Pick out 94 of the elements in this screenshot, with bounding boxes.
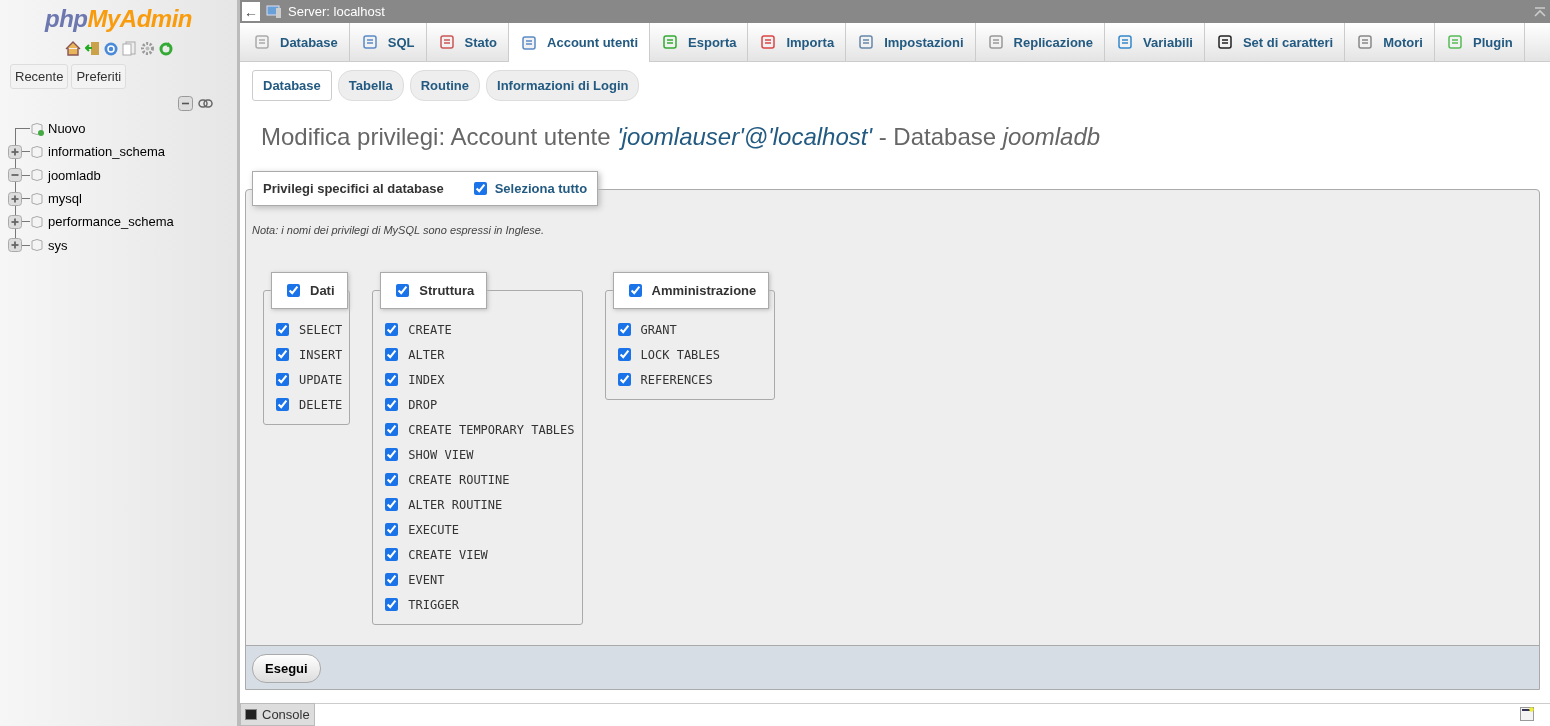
expander-icon[interactable] [8, 191, 22, 206]
privilege-label: ALTER ROUTINE [408, 497, 503, 512]
expander-icon[interactable] [8, 168, 22, 183]
privilege-label: CREATE ROUTINE [408, 472, 510, 487]
privilege-checkbox[interactable] [385, 423, 399, 436]
sub-tab[interactable]: Database [252, 70, 332, 101]
nav-tab[interactable]: Variabili [1105, 23, 1205, 61]
server-icon [266, 4, 282, 19]
privilege-checkbox[interactable] [617, 323, 631, 336]
tree-item[interactable]: sys [48, 237, 68, 253]
privilege-label: TRIGGER [408, 597, 459, 612]
privilege-checkbox[interactable] [385, 548, 399, 561]
nav-tab[interactable]: Esporta [650, 23, 749, 61]
privilege-label: DELETE [299, 397, 343, 412]
tree-item[interactable]: performance_schema [48, 214, 174, 230]
nav-tab[interactable]: Database [242, 23, 350, 61]
nav-tab[interactable]: SQL [349, 23, 427, 61]
group-title: Amministrazione [651, 283, 757, 298]
help-icon[interactable] [103, 41, 118, 56]
privilege-label: CREATE VIEW [408, 547, 488, 562]
privilege-label: CREATE [408, 322, 452, 337]
privilege-checkbox[interactable] [385, 348, 399, 361]
privilege-label: GRANT [640, 322, 677, 337]
console-tab[interactable]: Console [240, 703, 315, 726]
list-icon [1216, 34, 1233, 50]
expander-icon[interactable] [8, 238, 22, 253]
logo[interactable]: phpMyAdmin [45, 5, 192, 33]
tree-item[interactable]: mysql [48, 191, 82, 207]
sub-tab[interactable]: Tabella [337, 70, 404, 101]
privilege-label: REFERENCES [640, 372, 713, 387]
select-all-label[interactable]: Seleziona tutto [494, 181, 588, 196]
privilege-label: EXECUTE [408, 522, 459, 537]
privilege-label: SHOW VIEW [408, 447, 474, 462]
nav-tab[interactable]: Impostazioni [846, 23, 976, 61]
sub-tab[interactable]: Informazioni di Login [486, 70, 640, 101]
privilege-checkbox[interactable] [385, 373, 399, 386]
nav-tab[interactable]: Account utenti [509, 23, 651, 62]
new-database-icon [30, 121, 44, 136]
legend-title: Privilegi specifici al database [263, 181, 444, 196]
sub-tab[interactable]: Routine [409, 70, 481, 101]
tree-item[interactable]: information_schema [48, 144, 166, 160]
notepad-icon[interactable] [1520, 707, 1534, 721]
terminal-icon [245, 709, 257, 720]
privilege-label: SELECT [299, 322, 343, 337]
privilege-checkbox[interactable] [385, 398, 399, 411]
privilege-checkbox[interactable] [385, 523, 399, 536]
privilege-checkbox[interactable] [385, 448, 399, 461]
privilege-checkbox[interactable] [276, 398, 289, 411]
group-checkbox[interactable] [396, 284, 410, 297]
privilege-checkbox[interactable] [276, 348, 289, 361]
tree-item[interactable]: Nuovo [48, 121, 86, 137]
privilege-label: UPDATE [299, 372, 343, 387]
collapse-icon[interactable] [178, 95, 193, 111]
group-checkbox[interactable] [628, 284, 642, 297]
privilege-checkbox[interactable] [617, 373, 631, 386]
privilege-label: INSERT [299, 347, 343, 362]
reload-icon[interactable] [158, 41, 173, 56]
privilege-label: CREATE TEMPORARY TABLES [408, 422, 575, 437]
expander-icon[interactable] [8, 144, 22, 159]
nav-tab[interactable]: Motori [1345, 23, 1435, 61]
privilege-label: EVENT [408, 572, 445, 587]
breadcrumb[interactable]: Server: localhost [288, 4, 385, 19]
privilege-label: INDEX [408, 372, 445, 387]
note-text: Nota: i nomi dei privilegi di MySQL sono espressi in Inglese. [252, 224, 546, 236]
group-checkbox[interactable] [287, 284, 300, 297]
settings-icon[interactable] [139, 41, 155, 56]
privilege-checkbox[interactable] [385, 598, 399, 611]
sidebar-button[interactable]: Recente [10, 64, 69, 89]
privilege-checkbox[interactable] [276, 323, 289, 336]
privilege-checkbox[interactable] [385, 473, 399, 486]
submit-button[interactable]: Esegui [252, 654, 321, 683]
door-icon[interactable] [84, 41, 100, 56]
sidebar-button[interactable]: Preferiti [71, 64, 127, 89]
group-title: Struttura [419, 283, 475, 298]
privilege-checkbox[interactable] [385, 573, 399, 586]
expander-icon[interactable] [8, 214, 22, 229]
tree-item[interactable]: joomladb [48, 167, 101, 183]
privilege-label: LOCK TABLES [640, 347, 720, 362]
privilege-checkbox[interactable] [385, 323, 399, 336]
privilege-checkbox[interactable] [385, 498, 399, 511]
nav-tab[interactable]: Set di caratteri [1204, 23, 1346, 61]
privilege-label: DROP [408, 397, 438, 412]
group-title: Dati [310, 283, 335, 298]
page-heading: Modifica privilegi: Account utente 'joomlauser'@'localhost' - Database joomladb [261, 123, 1102, 151]
privilege-checkbox[interactable] [276, 373, 289, 386]
link-icon[interactable] [198, 98, 213, 108]
privilege-label: ALTER [408, 347, 445, 362]
select-all-checkbox[interactable] [473, 182, 487, 195]
home-icon[interactable] [64, 41, 81, 56]
nav-tab[interactable]: Importa [748, 23, 847, 61]
nav-tab[interactable]: Plugin [1434, 23, 1525, 61]
nav-tab[interactable]: Replicazione [975, 23, 1106, 61]
privilege-checkbox[interactable] [617, 348, 631, 361]
document-icon [361, 34, 378, 50]
